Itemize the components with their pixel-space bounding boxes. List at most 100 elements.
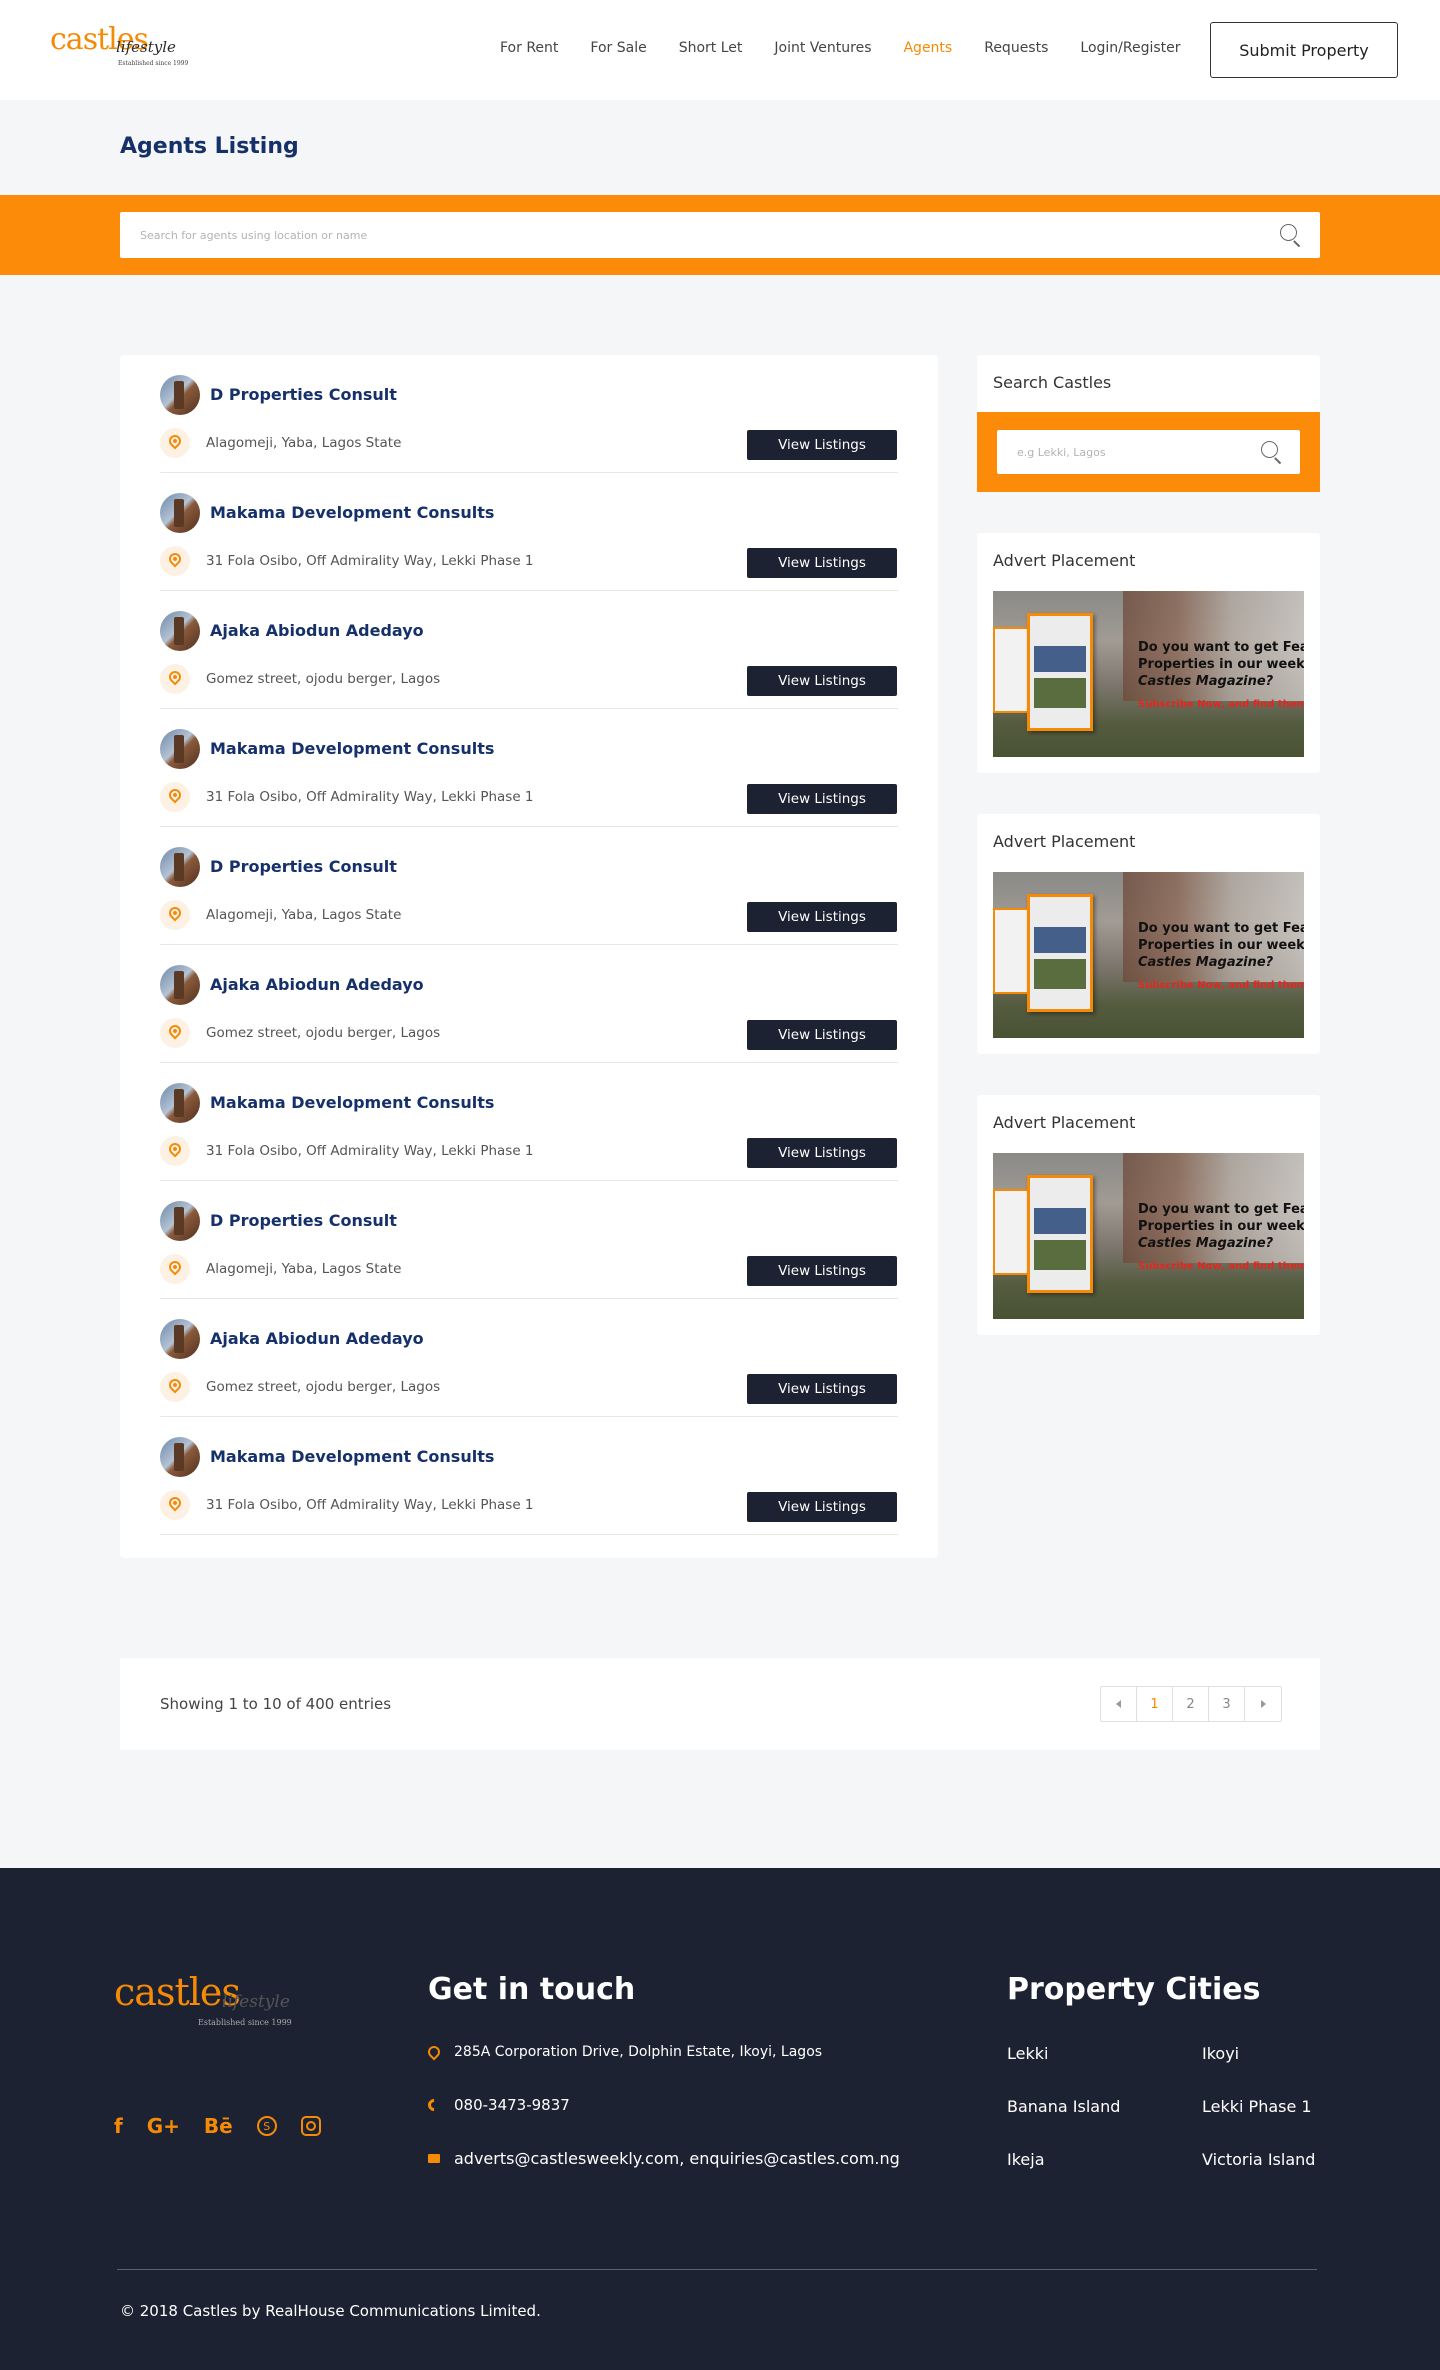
google-plus-icon[interactable]: G+ (147, 2114, 180, 2138)
view-listings-button[interactable]: View Listings (747, 548, 897, 578)
agent-search-input[interactable] (120, 212, 1260, 258)
agent-name[interactable]: D Properties Consult (210, 857, 397, 876)
agent-address: Alagomeji, Yaba, Lagos State (206, 907, 402, 923)
nav-for-sale[interactable]: For Sale (590, 40, 646, 56)
nav-agents[interactable]: Agents (903, 40, 952, 56)
footer-logo[interactable]: castles lifestyle Established since 1999 (114, 1970, 294, 2030)
pagination-bar: Showing 1 to 10 of 400 entries 1 2 3 (120, 1658, 1320, 1750)
logo-wordmark: castles (114, 1970, 241, 2014)
email-text[interactable]: adverts@castlesweekly.com, enquiries@cas… (454, 2149, 900, 2168)
location-pin-icon (160, 900, 190, 930)
view-listings-button[interactable]: View Listings (747, 784, 897, 814)
skype-icon[interactable]: S (256, 2116, 277, 2136)
next-page-button[interactable] (1245, 1687, 1281, 1721)
city-link[interactable]: Ikeja (1007, 2150, 1045, 2169)
search-icon[interactable] (1280, 224, 1302, 248)
view-listings-button[interactable]: View Listings (747, 1374, 897, 1404)
agent-avatar (160, 611, 200, 651)
agent-name[interactable]: Makama Development Consults (210, 1447, 494, 1466)
phone-icon (425, 2096, 443, 2114)
page-3[interactable]: 3 (1209, 1687, 1245, 1721)
agent-name[interactable]: Ajaka Abiodun Adedayo (210, 1329, 424, 1348)
agent-avatar (160, 847, 200, 887)
agent-row: Ajaka Abiodun Adedayo Gomez street, ojod… (160, 1299, 898, 1417)
agent-name[interactable]: Ajaka Abiodun Adedayo (210, 621, 424, 640)
entries-count: Showing 1 to 10 of 400 entries (160, 1695, 392, 1713)
view-listings-button[interactable]: View Listings (747, 1138, 897, 1168)
nav-for-rent[interactable]: For Rent (500, 40, 558, 56)
page-2[interactable]: 2 (1173, 1687, 1209, 1721)
instagram-icon[interactable] (300, 2116, 321, 2136)
phone-text[interactable]: 080-3473-9837 (454, 2096, 570, 2114)
location-pin-icon (160, 1372, 190, 1402)
advert-line: Castles Magazine? (1138, 1236, 1274, 1251)
search-icon[interactable] (1261, 441, 1283, 465)
agent-avatar (160, 729, 200, 769)
advert-banner[interactable]: Do you want to get Feat Properties in ou… (993, 1153, 1304, 1319)
location-pin-icon (160, 546, 190, 576)
agent-row: Makama Development Consults 31 Fola Osib… (160, 1063, 898, 1181)
agent-address: Gomez street, ojodu berger, Lagos (206, 1025, 441, 1041)
advert-title: Advert Placement (993, 1113, 1136, 1132)
search-castles-title: Search Castles (993, 373, 1112, 392)
agent-name[interactable]: D Properties Consult (210, 385, 397, 404)
copyright: © 2018 Castles by RealHouse Communicatio… (120, 2302, 541, 2320)
agent-avatar (160, 493, 200, 533)
prev-page-button[interactable] (1101, 1687, 1137, 1721)
site-logo[interactable]: castles lifestyle Established since 1999 (50, 22, 190, 74)
magazine-cover (1027, 1175, 1093, 1293)
view-listings-button[interactable]: View Listings (747, 430, 897, 460)
logo-script: lifestyle (222, 1992, 290, 2012)
agent-name[interactable]: D Properties Consult (210, 1211, 397, 1230)
location-pin-icon (160, 1254, 190, 1284)
advert-title: Advert Placement (993, 832, 1136, 851)
advert-line: Properties in our weekly (1138, 938, 1304, 953)
castles-search-input[interactable] (997, 430, 1247, 474)
view-listings-button[interactable]: View Listings (747, 1020, 897, 1050)
advert-title: Advert Placement (993, 551, 1136, 570)
nav-short-let[interactable]: Short Let (679, 40, 743, 56)
view-listings-button[interactable]: View Listings (747, 1492, 897, 1522)
advert-line: Properties in our weekly (1138, 657, 1304, 672)
city-link[interactable]: Ikoyi (1202, 2044, 1239, 2063)
nav-requests[interactable]: Requests (984, 40, 1048, 56)
agent-name[interactable]: Makama Development Consults (210, 1093, 494, 1112)
agent-avatar (160, 1201, 200, 1241)
advert-widget: Advert Placement Do you want to get Feat… (977, 814, 1320, 1054)
nav-joint-ventures[interactable]: Joint Ventures (774, 40, 871, 56)
address-text: 285A Corporation Drive, Dolphin Estate, … (454, 2044, 823, 2060)
agent-name[interactable]: Ajaka Abiodun Adedayo (210, 975, 424, 994)
view-listings-button[interactable]: View Listings (747, 666, 897, 696)
agent-name[interactable]: Makama Development Consults (210, 739, 494, 758)
view-listings-button[interactable]: View Listings (747, 902, 897, 932)
agent-address: 31 Fola Osibo, Off Admirality Way, Lekki… (206, 553, 534, 569)
logo-script: lifestyle (116, 38, 176, 56)
magazine-cover (993, 908, 1029, 994)
city-link[interactable]: Victoria Island (1202, 2150, 1315, 2169)
view-listings-button[interactable]: View Listings (747, 1256, 897, 1286)
agent-address: Gomez street, ojodu berger, Lagos (206, 671, 441, 687)
city-link[interactable]: Banana Island (1007, 2097, 1120, 2116)
submit-property-button[interactable]: Submit Property (1210, 22, 1398, 78)
behance-icon[interactable]: Bē (204, 2114, 233, 2138)
footer-divider (117, 2269, 1317, 2270)
agent-avatar (160, 1319, 200, 1359)
agent-row: Ajaka Abiodun Adedayo Gomez street, ojod… (160, 591, 898, 709)
magazine-cover (993, 1189, 1029, 1275)
nav-login-register[interactable]: Login/Register (1080, 40, 1180, 56)
city-link[interactable]: Lekki Phase 1 (1202, 2097, 1312, 2116)
advert-line: Do you want to get Feat (1138, 640, 1304, 655)
city-link[interactable]: Lekki (1007, 2044, 1048, 2063)
advert-widget: Advert Placement Do you want to get Feat… (977, 1095, 1320, 1335)
agent-avatar (160, 375, 200, 415)
page-1[interactable]: 1 (1137, 1687, 1173, 1721)
agent-row: Makama Development Consults 31 Fola Osib… (160, 473, 898, 591)
advert-banner[interactable]: Do you want to get Feat Properties in ou… (993, 591, 1304, 757)
agent-avatar (160, 1437, 200, 1477)
agent-search-box (120, 212, 1320, 258)
magazine-cover (1027, 613, 1093, 731)
advert-banner[interactable]: Do you want to get Feat Properties in ou… (993, 872, 1304, 1038)
facebook-icon[interactable]: f (114, 2114, 123, 2138)
site-header: castles lifestyle Established since 1999… (0, 0, 1440, 100)
agent-name[interactable]: Makama Development Consults (210, 503, 494, 522)
